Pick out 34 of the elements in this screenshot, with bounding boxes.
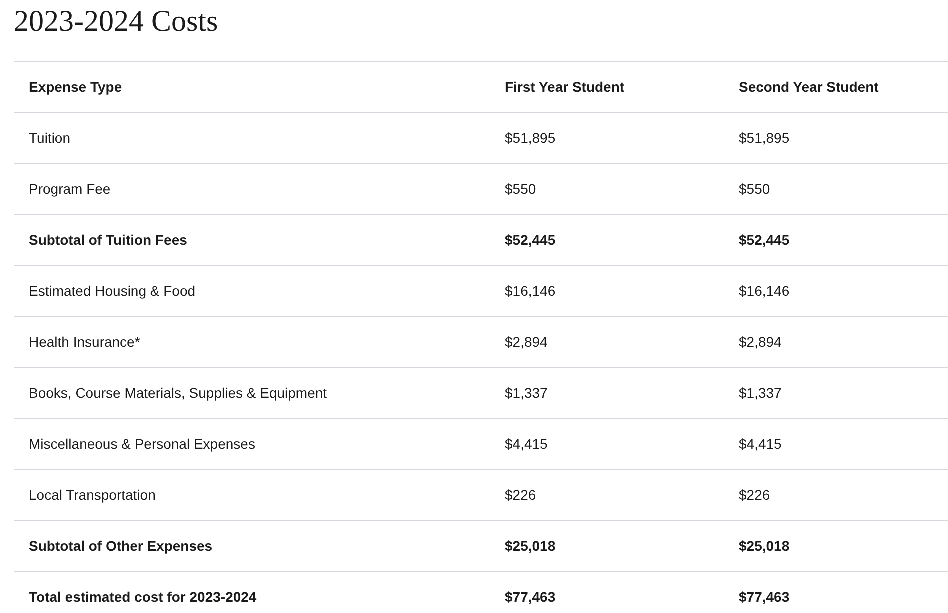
table-cell-text: $4,415: [738, 436, 783, 452]
table-cell-text: $51,895: [504, 130, 557, 146]
table-cell-text: Health Insurance*: [28, 334, 142, 350]
table-cell-text: Books, Course Materials, Supplies & Equipment: [28, 385, 328, 401]
table-cell-text: $51,895: [738, 130, 791, 146]
table-cell-text: Miscellaneous & Personal Expenses: [28, 436, 256, 452]
column-header: Second Year Student: [738, 79, 880, 95]
table-cell-text: Subtotal of Other Expenses: [28, 538, 214, 554]
table-cell-text: $2,894: [504, 334, 549, 350]
table-cell-text: $16,146: [504, 283, 557, 299]
table-cell-text: $52,445: [504, 232, 557, 248]
table-cell-text: $25,018: [504, 538, 557, 554]
table-cell-text: $4,415: [504, 436, 549, 452]
table-cell-text: $77,463: [738, 589, 791, 605]
table-cell-text: $550: [738, 181, 772, 197]
table-cell-text: $52,445: [738, 232, 791, 248]
column-header: First Year Student: [504, 79, 626, 95]
table-cell-text: $226: [504, 487, 538, 503]
table-cell-text: $1,337: [738, 385, 783, 401]
page-title: 2023-2024 Costs: [14, 4, 220, 40]
table-cell-text: $226: [738, 487, 772, 503]
table-cell-text: Program Fee: [28, 181, 112, 197]
table-cell-text: Tuition: [28, 130, 72, 146]
table-cell-text: $550: [504, 181, 538, 197]
table-cell-text: $1,337: [504, 385, 549, 401]
table-cell-text: Subtotal of Tuition Fees: [28, 232, 188, 248]
table-cell-text: $2,894: [738, 334, 783, 350]
column-header: Expense Type: [28, 79, 124, 95]
table-cell-text: Total estimated cost for 2023-2024: [28, 589, 258, 605]
table-cell-text: $16,146: [738, 283, 791, 299]
table-cell-text: Local Transportation: [28, 487, 157, 503]
table-cell-text: $25,018: [738, 538, 791, 554]
table-cell-text: $77,463: [504, 589, 557, 605]
table-cell-text: Estimated Housing & Food: [28, 283, 197, 299]
